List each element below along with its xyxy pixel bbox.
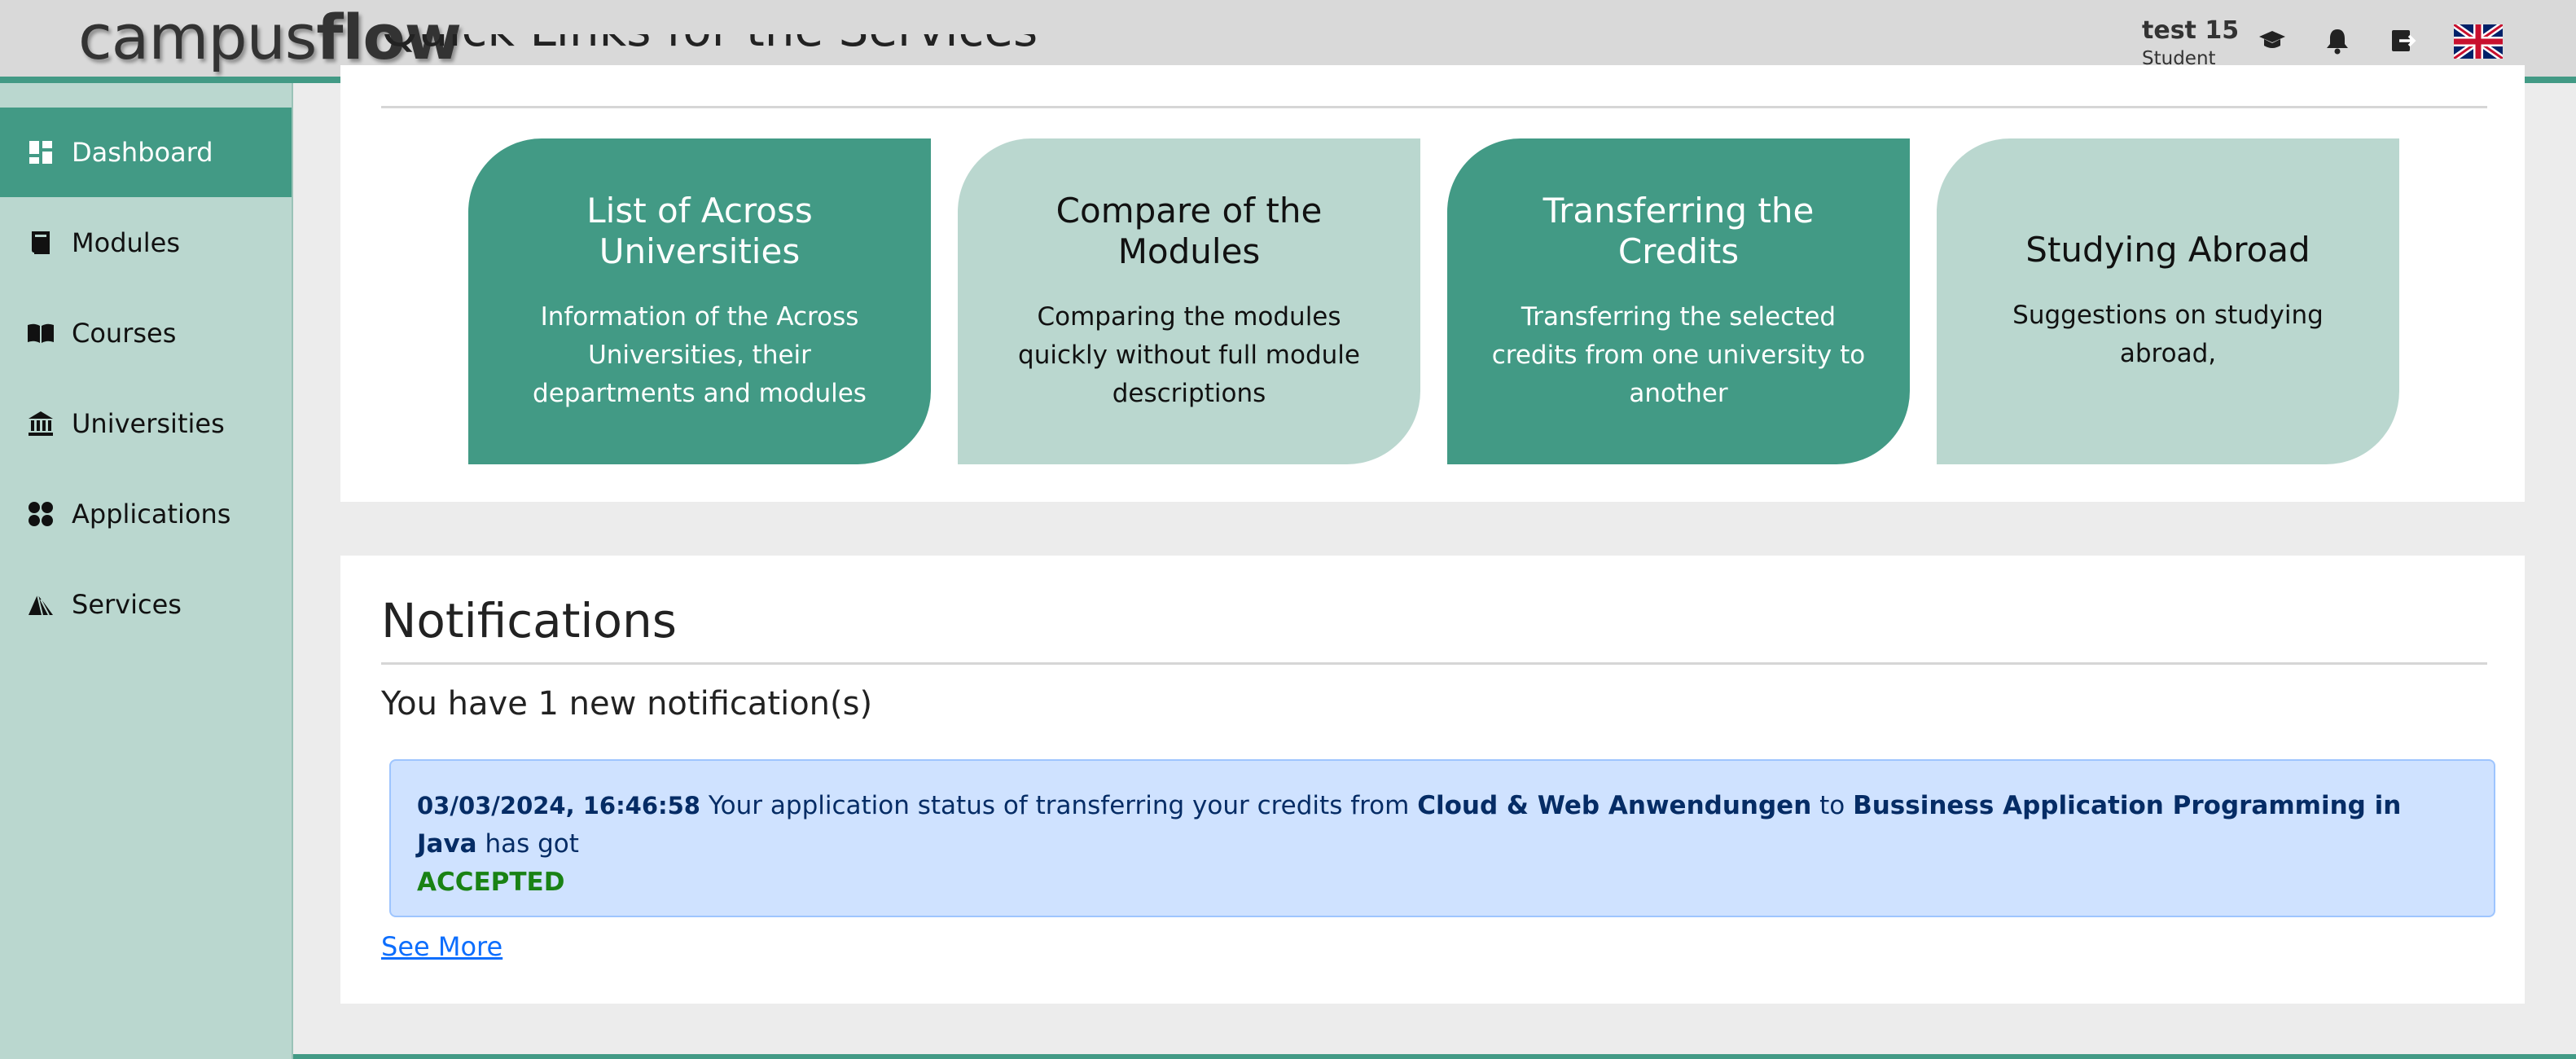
- sidebar-item-courses[interactable]: Courses: [0, 288, 292, 378]
- dashboard-icon: [26, 138, 55, 167]
- card-title: Compare of the Modules: [1055, 190, 1323, 271]
- bottom-accent-strip: [293, 1054, 2576, 1059]
- notifications-title: Notifications: [381, 593, 678, 648]
- sidebar-item-modules[interactable]: Modules: [0, 198, 292, 288]
- sidebar-item-label: Modules: [72, 227, 181, 258]
- uk-flag-icon[interactable]: [2454, 24, 2503, 59]
- bell-icon[interactable]: [2323, 26, 2352, 55]
- card-across-universities[interactable]: List of Across Universities Information …: [468, 138, 931, 464]
- card-description: Transferring the selected credits from o…: [1491, 301, 1866, 408]
- graduation-cap-icon[interactable]: [2258, 26, 2287, 55]
- card-title: Studying Abroad: [2025, 230, 2311, 270]
- logout-icon[interactable]: [2388, 26, 2417, 55]
- see-more-link[interactable]: See More: [381, 927, 502, 966]
- open-book-icon: [26, 319, 55, 348]
- sidebar-item-label: Universities: [72, 408, 225, 439]
- apps-icon: [26, 499, 55, 529]
- sidebar-item-services[interactable]: Services: [0, 560, 292, 649]
- sidebar-item-applications[interactable]: Applications: [0, 469, 292, 559]
- card-description: Comparing the modules quickly without fu…: [1018, 301, 1360, 408]
- sidebar-item-label: Courses: [72, 318, 177, 349]
- notification-timestamp: 03/03/2024, 16:46:58: [417, 792, 700, 820]
- card-description: Information of the Across Universities, …: [533, 301, 867, 408]
- logo-text-light: campus: [78, 1, 317, 73]
- notification-count: You have 1 new notification(s): [381, 685, 873, 723]
- sidebar-item-label: Applications: [72, 499, 231, 530]
- quick-links-title: Quick Links for the Services: [381, 34, 1038, 67]
- notification-from-module: Cloud & Web Anwendungen: [1417, 791, 1812, 820]
- card-description: Suggestions on studying abroad,: [2012, 301, 2324, 368]
- sidebar-item-universities[interactable]: Universities: [0, 379, 292, 468]
- card-compare-modules[interactable]: Compare of the Modules Comparing the mod…: [958, 138, 1420, 464]
- sidebar-item-dashboard[interactable]: Dashboard: [0, 108, 292, 197]
- card-title: List of Across Universities: [586, 190, 813, 271]
- card-transferring-credits[interactable]: Transferring the Credits Transferring th…: [1447, 138, 1910, 464]
- notification-text-after: has got: [485, 829, 579, 859]
- notifications-divider: [381, 662, 2487, 665]
- sidebar-item-label: Dashboard: [72, 137, 213, 168]
- quick-links-divider: [381, 106, 2487, 108]
- notification-text: Your application status of transferring …: [708, 791, 1410, 820]
- user-name: test 15: [2142, 16, 2240, 45]
- notification-text-mid: to: [1819, 791, 1845, 820]
- sidebar-item-label: Services: [72, 589, 182, 620]
- notification-status: ACCEPTED: [417, 868, 565, 897]
- university-icon: [26, 409, 55, 438]
- user-info[interactable]: test 15 Student: [2142, 16, 2239, 72]
- book-icon: [26, 228, 55, 257]
- card-title: Transferring the Credits: [1543, 190, 1815, 271]
- card-studying-abroad[interactable]: Studying Abroad Suggestions on studying …: [1937, 138, 2399, 464]
- sidebar: Dashboard Modules Courses Universities A…: [0, 83, 293, 1059]
- services-icon: [26, 590, 55, 619]
- notification-item[interactable]: 03/03/2024, 16:46:58 Your application st…: [389, 759, 2495, 917]
